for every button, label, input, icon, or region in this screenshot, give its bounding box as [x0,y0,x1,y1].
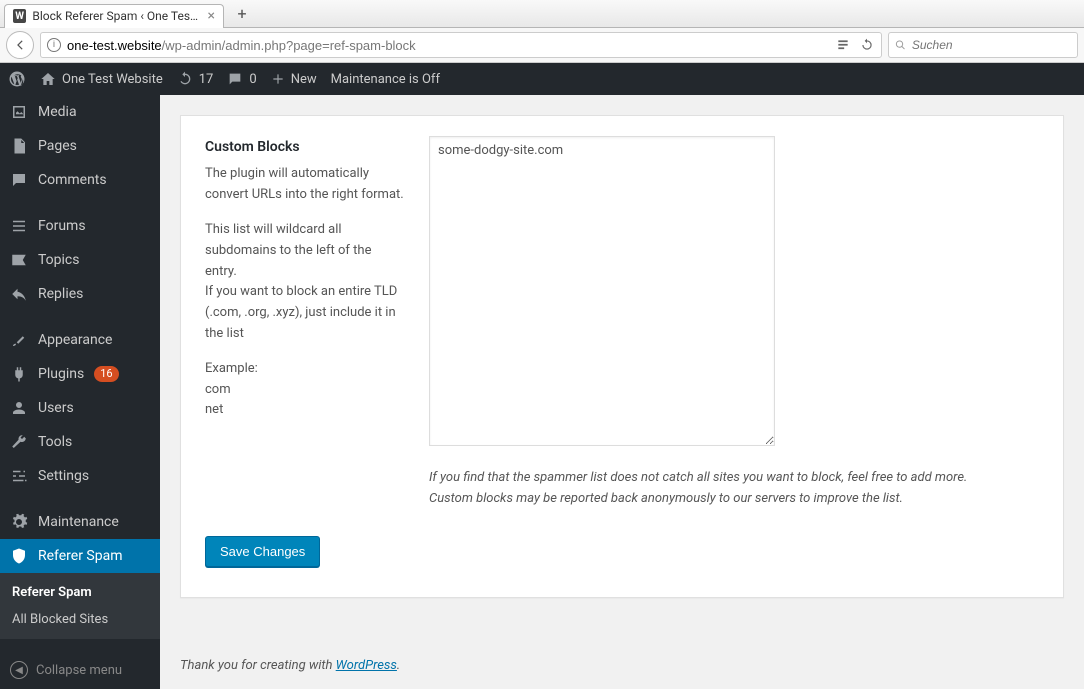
reply-icon [10,285,28,303]
comment-icon [10,171,28,189]
sliders-icon [10,467,28,485]
field-description: Custom Blocks The plugin will automatica… [205,136,405,510]
sidebar-item-plugins[interactable]: Plugins 16 [0,357,160,391]
url-input[interactable]: i one-test.website/wp-admin/admin.php?pa… [40,32,882,58]
footer-credit: Thank you for creating with WordPress. [180,658,1064,673]
sidebar-item-forums[interactable]: Forums [0,209,160,243]
brush-icon [10,331,28,349]
page-icon [10,137,28,155]
save-button[interactable]: Save Changes [205,536,320,567]
comment-icon [227,71,243,87]
address-bar: i one-test.website/wp-admin/admin.php?pa… [0,28,1084,62]
sidebar-item-referer-spam[interactable]: Referer Spam [0,539,160,573]
site-name-link[interactable]: One Test Website [40,71,163,87]
browser-chrome: W Block Referer Spam ‹ One Test W × + i … [0,0,1084,63]
browser-search[interactable] [888,32,1078,58]
wp-admin-bar: One Test Website 17 0 New Maintenance is… [0,63,1084,95]
wrench-icon [10,433,28,451]
plug-icon [10,365,28,383]
info-icon[interactable]: i [47,38,61,52]
sidebar-item-pages[interactable]: Pages [0,129,160,163]
referer-spam-submenu: Referer Spam All Blocked Sites [0,573,160,639]
gear-icon [10,513,28,531]
sidebar-item-media[interactable]: Media [0,95,160,129]
submenu-blocked-sites[interactable]: All Blocked Sites [0,606,160,633]
sidebar-item-users[interactable]: Users [0,391,160,425]
media-icon [10,103,28,121]
reload-icon[interactable] [859,37,875,53]
refresh-icon [177,71,193,87]
favicon-icon: W [13,9,26,23]
sidebar-item-settings[interactable]: Settings [0,459,160,493]
sidebar-item-comments[interactable]: Comments [0,163,160,197]
field-input-wrap: some-dodgy-site.com If you find that the… [429,136,1039,510]
new-tab-button[interactable]: + [230,4,254,24]
browser-tab[interactable]: W Block Referer Spam ‹ One Test W × [4,4,224,28]
submenu-referer-spam[interactable]: Referer Spam [0,579,160,606]
user-icon [10,399,28,417]
sidebar-item-topics[interactable]: Topics [0,243,160,277]
maintenance-link[interactable]: Maintenance is Off [331,72,440,87]
tab-title: Block Referer Spam ‹ One Test W [32,9,199,23]
comments-link[interactable]: 0 [227,71,256,87]
updates-link[interactable]: 17 [177,71,214,87]
url-text: one-test.website/wp-admin/admin.php?page… [67,38,416,53]
wordpress-link[interactable]: WordPress [336,658,397,673]
form-row: Custom Blocks The plugin will automatica… [205,136,1039,510]
forums-icon [10,217,28,235]
close-tab-icon[interactable]: × [208,9,215,23]
sidebar-item-appearance[interactable]: Appearance [0,323,160,357]
field-help: If you find that the spammer list does n… [429,468,1039,510]
settings-card: Custom Blocks The plugin will automatica… [180,115,1064,598]
main-content: Custom Blocks The plugin will automatica… [160,95,1084,689]
sidebar-item-replies[interactable]: Replies [0,277,160,311]
topics-icon [10,251,28,269]
new-content-link[interactable]: New [271,72,317,87]
wp-logo[interactable] [8,70,26,88]
field-heading: Custom Blocks [205,136,405,158]
reader-mode-icon[interactable] [835,37,851,53]
wp-layout: Media Pages Comments Forums Topics Repli… [0,95,1084,689]
plugin-update-badge: 16 [94,366,118,382]
home-icon [40,71,56,87]
back-button[interactable] [6,31,34,59]
sidebar-item-tools[interactable]: Tools [0,425,160,459]
arrow-left-icon [13,38,27,52]
admin-sidebar: Media Pages Comments Forums Topics Repli… [0,95,160,689]
search-icon [895,39,906,51]
sidebar-item-maintenance[interactable]: Maintenance [0,505,160,539]
wordpress-icon [8,70,26,88]
collapse-menu[interactable]: ◀ Collapse menu [0,651,160,689]
custom-blocks-textarea[interactable]: some-dodgy-site.com [429,136,775,446]
collapse-icon: ◀ [10,661,28,679]
browser-search-input[interactable] [912,38,1071,52]
shield-icon [10,547,28,565]
tab-bar: W Block Referer Spam ‹ One Test W × + [0,0,1084,28]
plus-icon [271,72,285,86]
